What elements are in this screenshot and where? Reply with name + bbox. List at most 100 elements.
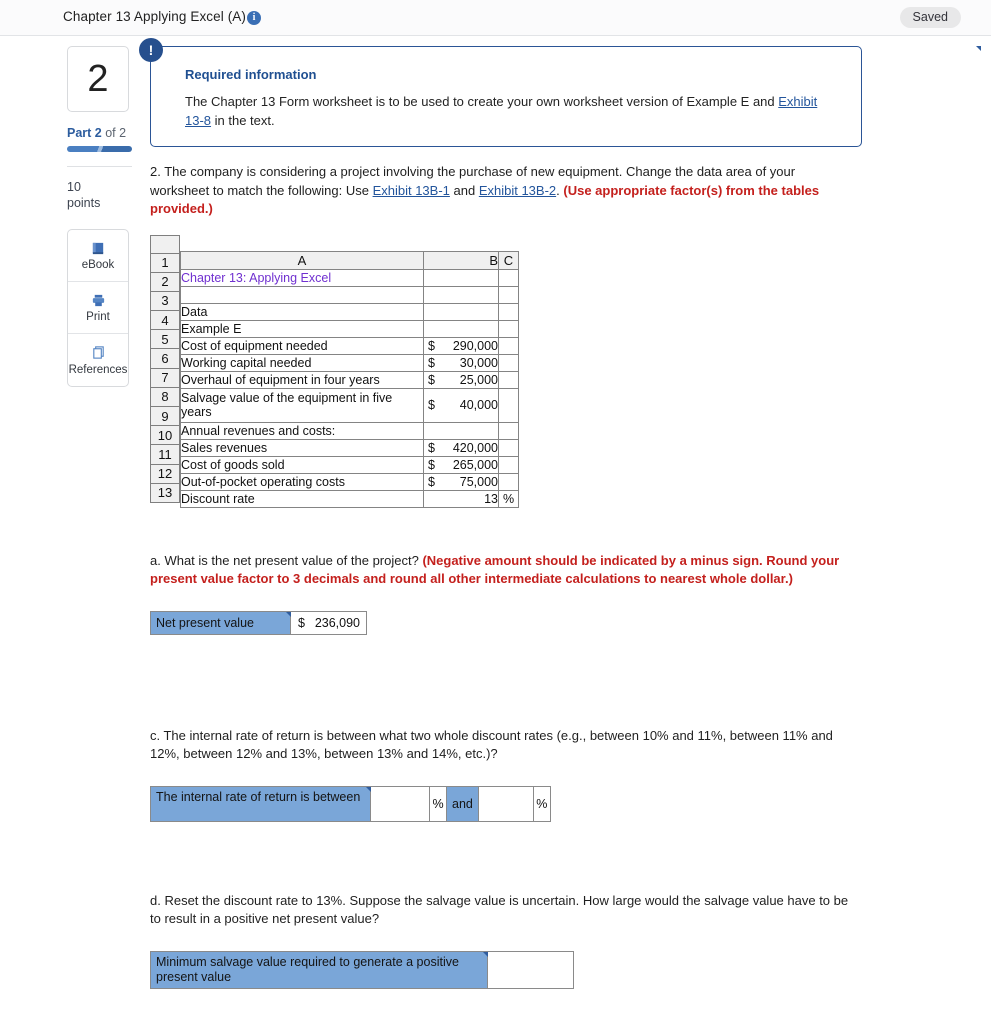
ebook-button[interactable]: eBook: [68, 230, 128, 282]
cell-a6[interactable]: Working capital needed: [180, 353, 424, 372]
row-number[interactable]: 8: [150, 386, 180, 408]
part-a-answer-label: Net present value: [151, 611, 291, 634]
main-content: ! Required information The Chapter 13 Fo…: [139, 38, 981, 989]
irr-lower-bound-input[interactable]: [371, 786, 429, 821]
cell-b8-value: 40,000: [459, 398, 498, 412]
table-row: Working capital needed $30,000: [180, 353, 519, 372]
page-title: Chapter 13 Applying Excel (A): [63, 9, 246, 24]
currency-symbol: $: [428, 355, 435, 370]
row-number[interactable]: 10: [150, 425, 180, 446]
and-separator-text: and: [452, 796, 473, 811]
cell-c9[interactable]: [498, 421, 519, 440]
cell-b4[interactable]: [423, 319, 499, 338]
cell-a4[interactable]: Example E: [180, 319, 424, 338]
row-number[interactable]: 7: [150, 367, 180, 388]
cell-c11[interactable]: [498, 455, 519, 474]
row-number[interactable]: 6: [150, 348, 180, 369]
row-number[interactable]: 13: [150, 482, 180, 503]
book-icon: [91, 240, 106, 256]
cell-b9[interactable]: [423, 421, 499, 440]
cell-a12[interactable]: Out-of-pocket operating costs: [180, 472, 424, 491]
cell-c3[interactable]: [498, 302, 519, 321]
part-a-question: a. What is the net present value of the …: [150, 552, 855, 589]
and-separator: and: [446, 46, 981, 821]
row-number[interactable]: 4: [150, 310, 180, 331]
cell-a11[interactable]: Cost of goods sold: [180, 455, 424, 474]
irr-upper-bound-input[interactable]: [477, 786, 533, 821]
row-number[interactable]: 12: [150, 463, 180, 484]
exhibit-13b-2-link[interactable]: Exhibit 13B-2: [479, 183, 556, 198]
cell-a1[interactable]: Chapter 13: Applying Excel: [180, 268, 424, 287]
cell-a3[interactable]: Data: [180, 302, 424, 321]
info-icon[interactable]: i: [247, 11, 261, 25]
cell-c13[interactable]: %: [498, 489, 519, 508]
cell-b3[interactable]: [423, 302, 499, 321]
cell-a8[interactable]: Salvage value of the equipment in five y…: [180, 387, 424, 423]
cell-b5-value: 290,000: [452, 338, 498, 353]
required-information-callout: ! Required information The Chapter 13 Fo…: [139, 38, 862, 147]
part-c-answer-label: The internal rate of return is between: [151, 786, 371, 821]
cell-c6[interactable]: [498, 353, 519, 372]
cell-c2[interactable]: [498, 285, 519, 304]
cell-b12[interactable]: $75,000: [423, 472, 499, 491]
part-c-answer-row: The internal rate of return is between %…: [150, 46, 981, 822]
row-number[interactable]: 9: [150, 405, 180, 427]
exhibit-13b-1-link[interactable]: Exhibit 13B-1: [373, 183, 450, 198]
cell-b11[interactable]: $265,000: [423, 455, 499, 474]
cell-c1[interactable]: [498, 268, 519, 287]
sidebar: 2 Part 2 of 2 10 points eBook Print Refe…: [67, 46, 133, 387]
cell-a5[interactable]: Cost of equipment needed: [180, 336, 424, 355]
net-present-value-value: 236,090: [314, 615, 360, 630]
cell-c4[interactable]: [498, 319, 519, 338]
cell-c7[interactable]: [498, 370, 519, 389]
row-number[interactable]: 11: [150, 444, 180, 465]
cell-a9[interactable]: Annual revenues and costs:: [180, 421, 424, 440]
cell-c10[interactable]: [498, 438, 519, 457]
cell-b7[interactable]: $25,000: [423, 370, 499, 389]
spreadsheet: 1 2 3 4 5 6 7 8 9 10 11 12 13 A B C Chap…: [150, 234, 980, 508]
cell-b8[interactable]: $40,000: [423, 387, 499, 423]
cell-b13[interactable]: 13: [423, 489, 499, 508]
column-header-c[interactable]: C: [498, 250, 519, 270]
cell-a7[interactable]: Overhaul of equipment in four years: [180, 370, 424, 389]
row-number[interactable]: 3: [150, 290, 180, 312]
row-number[interactable]: 5: [150, 329, 180, 350]
cell-a2[interactable]: [180, 285, 424, 304]
part-progress-label-rest: of 2: [101, 126, 127, 140]
currency-symbol: $: [428, 474, 435, 489]
cell-b2[interactable]: [423, 285, 499, 304]
copy-pages-icon: [91, 345, 106, 361]
row-number[interactable]: 1: [150, 252, 180, 273]
printer-icon: [91, 292, 106, 308]
print-label: Print: [86, 311, 110, 323]
column-header-a[interactable]: A: [180, 250, 424, 270]
cell-b10[interactable]: $420,000: [423, 438, 499, 457]
row-number[interactable]: 2: [150, 271, 180, 292]
table-row: Chapter 13: Applying Excel: [180, 268, 519, 287]
cell-b6[interactable]: $30,000: [423, 353, 499, 372]
cell-b7-value: 25,000: [459, 372, 498, 387]
cell-c12[interactable]: [498, 472, 519, 491]
cell-b10-value: 420,000: [452, 440, 498, 455]
cell-c5[interactable]: [498, 336, 519, 355]
cell-b1[interactable]: [423, 268, 499, 287]
callout-body: The Chapter 13 Form worksheet is to be u…: [185, 92, 839, 130]
references-label: References: [68, 363, 128, 376]
cell-a10[interactable]: Sales revenues: [180, 438, 424, 457]
table-row: Out-of-pocket operating costs $75,000: [180, 472, 519, 491]
table-row: Overhaul of equipment in four years $25,…: [180, 370, 519, 389]
currency-symbol: $: [428, 398, 435, 412]
minimum-salvage-value-input[interactable]: [488, 951, 573, 988]
cell-b5[interactable]: $290,000: [423, 336, 499, 355]
table-row: [180, 285, 519, 304]
question-intro-mid: and: [449, 182, 479, 198]
status-badge-saved: Saved: [899, 7, 961, 28]
net-present-value-input[interactable]: $ 236,090: [291, 611, 366, 634]
print-button[interactable]: Print: [68, 282, 128, 334]
cell-a13[interactable]: Discount rate: [180, 489, 424, 508]
references-button[interactable]: References: [68, 334, 128, 386]
cell-c8[interactable]: [498, 387, 519, 423]
column-header-b[interactable]: B: [423, 250, 499, 270]
cell-b6-value: 30,000: [459, 355, 498, 370]
part-c-question: c. The internal rate of return is betwee…: [150, 727, 833, 762]
